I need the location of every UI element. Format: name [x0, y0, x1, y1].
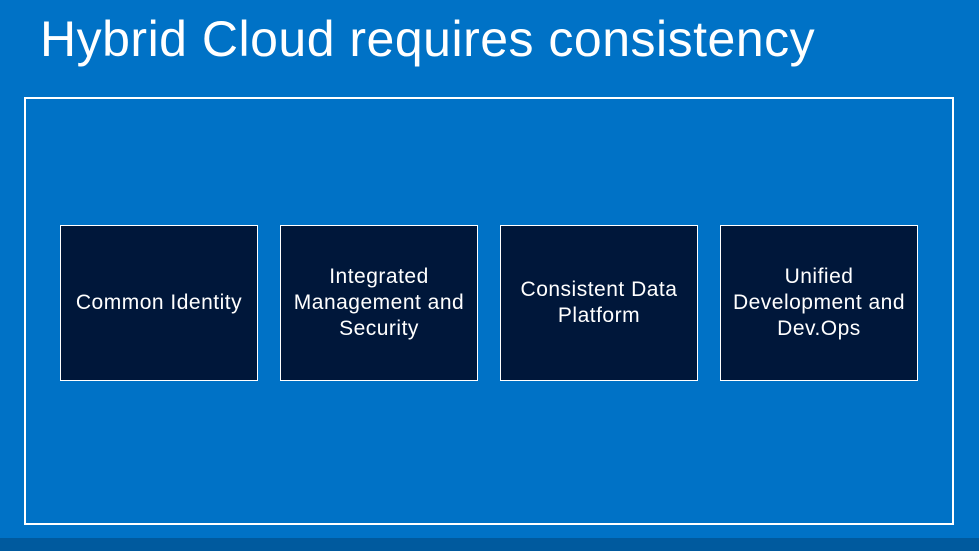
content-container: Common Identity Integrated Management an…	[24, 97, 954, 525]
cards-row: Common Identity Integrated Management an…	[26, 225, 952, 381]
card-label: Consistent Data Platform	[511, 277, 687, 330]
card-label: Integrated Management and Security	[291, 264, 467, 343]
card-consistent-data-platform: Consistent Data Platform	[500, 225, 698, 381]
card-common-identity: Common Identity	[60, 225, 258, 381]
card-unified-development-devops: Unified Development and Dev.Ops	[720, 225, 918, 381]
bottom-accent-bar	[0, 538, 979, 551]
card-label: Unified Development and Dev.Ops	[731, 264, 907, 343]
card-integrated-management-security: Integrated Management and Security	[280, 225, 478, 381]
card-label: Common Identity	[76, 290, 242, 316]
slide-title: Hybrid Cloud requires consistency	[40, 10, 815, 68]
